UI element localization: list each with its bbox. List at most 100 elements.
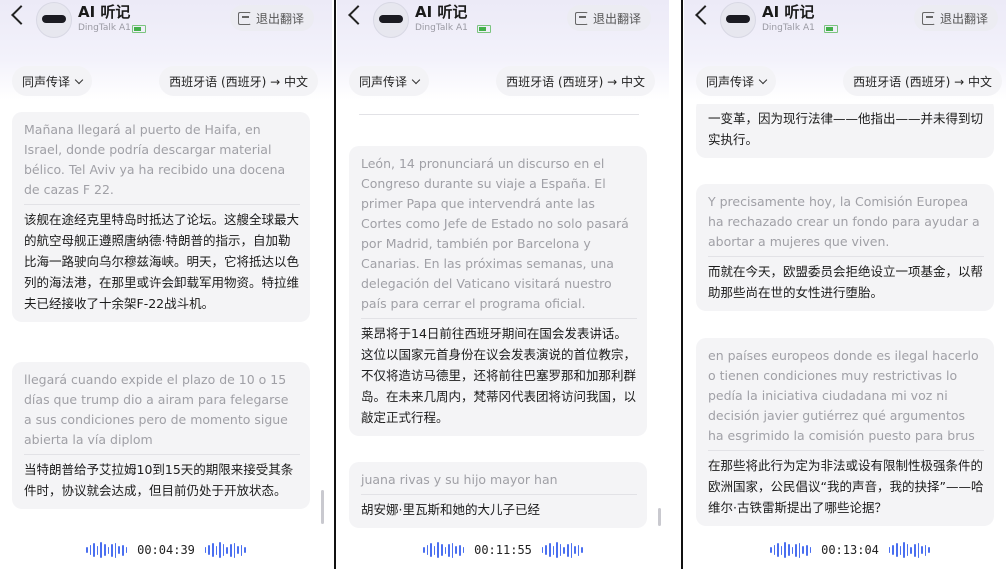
card-divider	[24, 454, 300, 455]
waveform-bar	[212, 543, 214, 557]
recording-timer: 00:11:55	[474, 543, 532, 557]
waveform-bar	[556, 542, 558, 558]
mode-dropdown[interactable]: 同声传译	[12, 66, 93, 96]
waveform-bar	[100, 542, 102, 558]
waveform-bar	[802, 546, 804, 554]
mode-dropdown[interactable]: 同声传译	[696, 66, 777, 96]
waveform-bar	[437, 542, 439, 558]
waveform-bar	[230, 543, 232, 557]
source-text: en países europeos donde es ilegal hacer…	[708, 348, 979, 443]
waveform-bar	[111, 543, 113, 557]
waveform-bar	[85, 547, 88, 553]
exit-icon	[921, 11, 935, 25]
exit-label: 退出翻译	[939, 11, 988, 26]
waveform-bar	[121, 544, 124, 556]
panel-divider	[681, 0, 683, 569]
mode-label: 同声传译	[706, 74, 755, 89]
card-divider	[24, 204, 300, 205]
waveform-bar	[125, 547, 128, 553]
source-text: Mañana llegará al puerto de Haifa, en Is…	[24, 122, 286, 197]
battery-icon	[477, 25, 491, 33]
waveform-bar	[103, 544, 106, 556]
waveform-bar	[888, 547, 891, 553]
chevron-down-icon	[758, 75, 768, 84]
waveform-bar	[921, 546, 923, 554]
device-name: DingTalk A1	[415, 23, 468, 33]
waveform-bar	[208, 545, 211, 555]
waveform-bar	[798, 542, 801, 558]
audio-waveform-right	[888, 542, 931, 558]
waveform-bar	[769, 547, 772, 553]
waveform-bar	[222, 544, 225, 556]
exit-translation-button[interactable]: 退出翻译	[913, 5, 998, 31]
device-name: DingTalk A1	[78, 23, 131, 33]
mode-dropdown[interactable]: 同声传译	[349, 66, 430, 96]
audio-waveform-left	[422, 542, 465, 558]
language-pair-selector[interactable]: 西班牙语 (西班牙) → 中文	[843, 66, 1002, 96]
app-title: AI 听记	[762, 3, 815, 21]
waveform-bar	[570, 542, 573, 558]
waveform-bar	[577, 544, 580, 556]
waveform-bar	[426, 545, 429, 555]
translation-controls: 同声传译 西班牙语 (西班牙) → 中文	[684, 62, 1006, 98]
waveform-bar	[549, 543, 551, 557]
transcript-card: juana rivas y su hijo mayor han 胡安娜·里瓦斯和…	[349, 462, 647, 528]
scrollbar[interactable]	[658, 508, 661, 526]
exit-translation-button[interactable]: 退出翻译	[566, 5, 651, 31]
back-chevron-icon[interactable]	[695, 5, 715, 25]
waveform-bar	[448, 543, 450, 557]
translated-text: 在那些将此行为定为非法或设有限制性极强条件的欧洲国家，公民倡议“我的声音，我的抉…	[708, 458, 984, 515]
waveform-bar	[581, 547, 584, 553]
translated-text: 胡安娜·里瓦斯和她的大儿子已经	[361, 502, 540, 517]
language-pair-selector[interactable]: 西班牙语 (西班牙) → 中文	[496, 66, 655, 96]
phone-screen-3: AI 听记 DingTalk A1 退出翻译 同声传译 西班牙语 (西班牙) →…	[684, 0, 1006, 569]
waveform-bar	[430, 543, 432, 557]
transcript-card: León, 14 pronunciará un discurso en el C…	[349, 146, 647, 436]
transcript-list[interactable]: 一变革，因为现行法律——他指出——并未得到切实执行。 Y precisament…	[684, 104, 1006, 530]
back-chevron-icon[interactable]	[348, 5, 368, 25]
transcript-list[interactable]: Mañana llegará al puerto de Haifa, en Is…	[0, 104, 332, 530]
app-title: AI 听记	[78, 3, 131, 21]
scrollbar[interactable]	[321, 490, 324, 524]
waveform-bar	[215, 545, 218, 555]
app-title: AI 听记	[415, 3, 468, 21]
waveform-bar	[787, 544, 790, 556]
waveform-bar	[809, 547, 812, 553]
card-divider	[361, 318, 637, 319]
chevron-down-icon	[74, 75, 84, 84]
back-chevron-icon[interactable]	[11, 5, 31, 25]
waveform-bar	[773, 545, 776, 555]
waveform-bar	[563, 546, 566, 554]
waveform-bar	[244, 547, 247, 553]
waveform-bar	[791, 546, 794, 554]
device-name: DingTalk A1	[762, 23, 815, 33]
source-text: León, 14 pronunciará un discurso en el C…	[361, 156, 629, 311]
waveform-bar	[574, 546, 576, 554]
waveform-bar	[118, 546, 120, 554]
exit-icon	[237, 11, 251, 25]
waveform-bar	[96, 545, 99, 555]
transcript-list[interactable]: León, 14 pronunciará un discurso en el C…	[337, 104, 669, 530]
translated-text: 而就在今天，欧盟委员会拒绝设立一项基金，以帮助那些尚在世的女性进行堕胎。	[708, 264, 984, 300]
waveform-bar	[910, 546, 913, 554]
waveform-bar	[896, 543, 898, 557]
app-header: AI 听记 DingTalk A1 退出翻译	[337, 0, 669, 44]
waveform-bar	[451, 542, 454, 558]
audio-waveform-left	[85, 542, 128, 558]
exit-translation-button[interactable]: 退出翻译	[229, 5, 314, 31]
source-text: juana rivas y su hijo mayor han	[361, 472, 558, 487]
exit-label: 退出翻译	[255, 11, 304, 26]
exit-label: 退出翻译	[592, 11, 641, 26]
translated-text: 该舰在途经克里特岛时抵达了论坛。这艘全球最大的航空母舰正遵照唐纳德·特朗普的指示…	[24, 212, 300, 311]
transcript-card: Mañana llegará al puerto de Haifa, en Is…	[12, 112, 310, 322]
card-divider	[361, 494, 637, 495]
waveform-bar	[89, 545, 92, 555]
waveform-bar	[917, 542, 920, 558]
transcript-card: Y precisamente hoy, la Comisión Europea …	[696, 184, 994, 311]
device-avatar	[720, 2, 756, 38]
language-pair-selector[interactable]: 西班牙语 (西班牙) → 中文	[159, 66, 318, 96]
translated-text: 莱昂将于14日前往西班牙期间在国会发表讲话。这位以国家元首身份在议会发表演说的首…	[361, 326, 637, 425]
waveform-bar	[780, 545, 783, 555]
waveform-bar	[914, 543, 916, 557]
waveform-bar	[903, 542, 905, 558]
